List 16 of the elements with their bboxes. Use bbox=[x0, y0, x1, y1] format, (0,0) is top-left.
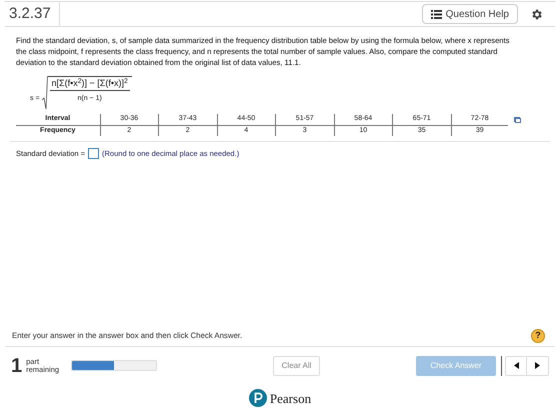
help-icon[interactable]: ? bbox=[531, 328, 545, 342]
copy-icon[interactable] bbox=[514, 117, 521, 123]
radical-sign-icon bbox=[42, 76, 48, 110]
left-triangle-icon bbox=[514, 362, 518, 369]
parts-count: 1 bbox=[11, 356, 22, 376]
answer-field[interactable] bbox=[88, 148, 100, 160]
question-number: 3.2.37 bbox=[8, 4, 51, 24]
next-button[interactable] bbox=[527, 356, 549, 376]
list-icon bbox=[430, 10, 442, 18]
logo-icon bbox=[248, 389, 267, 408]
brand-name: Pearson bbox=[270, 390, 312, 408]
right-triangle-icon bbox=[535, 362, 540, 369]
question-help-button[interactable]: Question Help bbox=[422, 4, 518, 24]
clear-all-button[interactable]: Clear All bbox=[272, 356, 320, 376]
settings-icon[interactable] bbox=[530, 8, 543, 20]
previous-button[interactable] bbox=[505, 356, 527, 376]
